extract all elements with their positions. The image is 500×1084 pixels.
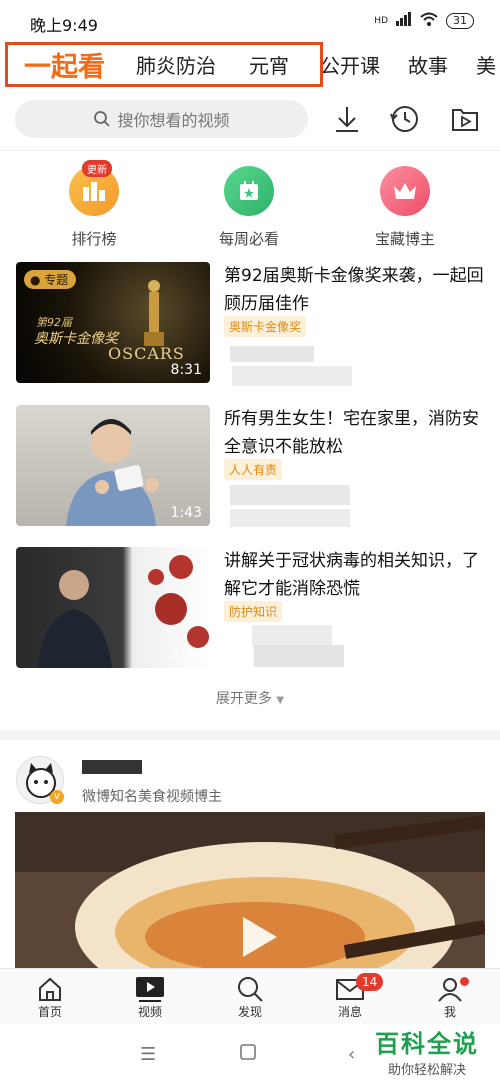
expand-label: 展开更多 bbox=[215, 691, 272, 707]
video-icon bbox=[100, 975, 200, 1003]
video-thumbnail[interactable]: 1:43 bbox=[16, 405, 210, 526]
home-square-icon[interactable] bbox=[240, 1044, 256, 1065]
nav-messages[interactable]: 14 消息 bbox=[300, 973, 400, 1020]
signal-icon bbox=[396, 12, 412, 29]
nav-label: 视频 bbox=[137, 1005, 162, 1019]
blurred-stats bbox=[232, 366, 352, 386]
video-tag[interactable]: 人人有责 bbox=[224, 459, 283, 480]
video-thumbnail[interactable]: 4:31 bbox=[16, 547, 210, 668]
dumpling-image bbox=[15, 812, 485, 972]
author-description: 微博知名美食视频博主 bbox=[82, 789, 222, 805]
back-icon[interactable]: ‹ bbox=[348, 1044, 355, 1065]
home-icon bbox=[0, 975, 100, 1003]
blurred-author-name bbox=[82, 760, 142, 774]
blurred-author bbox=[230, 346, 314, 362]
nav-label: 消息 bbox=[337, 1005, 362, 1019]
shortcut-weekly[interactable]: 每周必看 bbox=[199, 166, 299, 249]
tab-food[interactable]: 美 bbox=[476, 50, 496, 79]
video-tag[interactable]: 防护知识 bbox=[224, 601, 283, 622]
thumb-title: 奥斯卡金像奖 bbox=[34, 331, 118, 347]
history-icon[interactable] bbox=[390, 104, 420, 134]
tab-highlight-box bbox=[5, 42, 323, 87]
watermark-title: 百科全说 bbox=[375, 1030, 479, 1058]
search-icon bbox=[200, 975, 300, 1003]
nav-video[interactable]: 视频 bbox=[100, 975, 200, 1020]
search-row: 搜你想看的视频 bbox=[0, 98, 500, 142]
watermark-logo: 百科全说 助你轻松解决 bbox=[362, 1024, 492, 1078]
shortcut-ranking[interactable]: 更新 排行榜 bbox=[44, 160, 144, 249]
tab-open-course[interactable]: 公开课 bbox=[320, 50, 380, 79]
video-duration: 4:31 bbox=[170, 647, 202, 663]
video-duration: 1:43 bbox=[170, 505, 202, 521]
blurred-author bbox=[252, 625, 332, 647]
search-placeholder: 搜你想看的视频 bbox=[117, 111, 230, 130]
shortcut-label: 排行榜 bbox=[71, 230, 117, 248]
nav-me[interactable]: 我 bbox=[400, 975, 500, 1020]
update-badge: 更新 bbox=[82, 160, 112, 177]
status-icons: HD 31 bbox=[374, 12, 474, 29]
status-time: 晚上9:49 bbox=[30, 16, 98, 35]
feed-video-thumbnail[interactable] bbox=[15, 812, 485, 972]
author-row[interactable]: v 微博知名美食视频博主 bbox=[16, 756, 486, 806]
network-label: HD bbox=[374, 15, 388, 26]
bottom-nav: 首页 视频 发现 14 消息 我 bbox=[0, 968, 500, 1024]
video-item[interactable]: ● 专题 第92届 奥斯卡金像奖 OSCARS 8:31 第92届奥斯卡金像奖来… bbox=[16, 262, 486, 386]
blurred-stats bbox=[254, 645, 344, 667]
topic-badge: ● 专题 bbox=[24, 270, 77, 289]
video-title[interactable]: 第92届奥斯卡金像奖来袭，一起回顾历届佳作 bbox=[224, 262, 486, 318]
watermark-subtitle: 助你轻松解决 bbox=[387, 1063, 466, 1078]
wifi-icon bbox=[420, 12, 438, 29]
video-title[interactable]: 讲解关于冠状病毒的相关知识，了解它才能消除恐慌 bbox=[224, 547, 486, 603]
menu-icon[interactable]: ☰ bbox=[140, 1044, 156, 1065]
video-title[interactable]: 所有男生女生！宅在家里，消防安全意识不能放松 bbox=[224, 405, 486, 461]
nav-label: 我 bbox=[443, 1005, 456, 1019]
battery-icon: 31 bbox=[446, 12, 474, 29]
nav-label: 首页 bbox=[37, 1005, 62, 1019]
verified-icon: v bbox=[50, 790, 64, 804]
nav-label: 发现 bbox=[237, 1005, 262, 1019]
shortcut-treasure[interactable]: 宝藏博主 bbox=[355, 166, 455, 249]
video-thumbnail[interactable]: ● 专题 第92届 奥斯卡金像奖 OSCARS 8:31 bbox=[16, 262, 210, 383]
message-count-badge: 14 bbox=[356, 973, 384, 991]
divider bbox=[0, 150, 500, 151]
video-item[interactable]: 4:31 讲解关于冠状病毒的相关知识，了解它才能消除恐慌 防护知识 bbox=[16, 547, 486, 671]
video-item[interactable]: 1:43 所有男生女生！宅在家里，消防安全意识不能放松 人人有责 bbox=[16, 405, 486, 529]
blurred-stats bbox=[230, 509, 350, 527]
shortcut-label: 每周必看 bbox=[218, 230, 279, 248]
calendar-icon bbox=[224, 166, 274, 216]
video-duration: 8:31 bbox=[170, 362, 202, 378]
shortcut-label: 宝藏博主 bbox=[374, 230, 435, 248]
mail-icon bbox=[300, 975, 400, 1003]
section-separator bbox=[0, 730, 500, 740]
video-tag[interactable]: 奥斯卡金像奖 bbox=[224, 316, 307, 337]
notification-dot bbox=[460, 977, 469, 986]
expand-more-button[interactable]: 展开更多 ▼ bbox=[0, 688, 500, 708]
nav-discover[interactable]: 发现 bbox=[200, 975, 300, 1020]
user-icon bbox=[400, 975, 500, 1003]
crown-icon bbox=[380, 166, 430, 216]
search-input[interactable]: 搜你想看的视频 bbox=[15, 100, 308, 138]
download-icon[interactable] bbox=[332, 104, 362, 134]
thumb-logo: OSCARS bbox=[108, 344, 185, 363]
tab-story[interactable]: 故事 bbox=[408, 50, 448, 79]
status-bar: 晚上9:49 HD 31 bbox=[0, 0, 500, 40]
nav-home[interactable]: 首页 bbox=[0, 975, 100, 1020]
my-videos-icon[interactable] bbox=[450, 104, 480, 134]
caret-down-icon: ▼ bbox=[276, 695, 285, 706]
search-icon bbox=[94, 111, 111, 127]
blurred-author bbox=[230, 485, 350, 505]
